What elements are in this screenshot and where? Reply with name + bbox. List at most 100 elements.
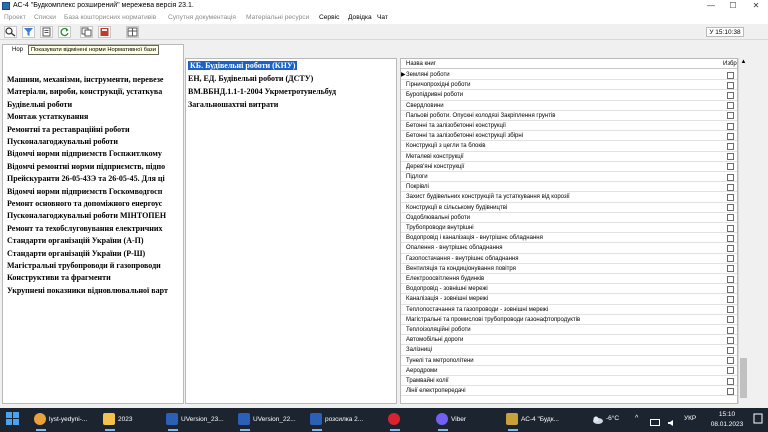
menu-docs[interactable]: Супутня документація	[168, 12, 236, 24]
left-list-item[interactable]: Машини, механізми, інструменти, перевезе	[7, 75, 163, 84]
taskbar-item-label[interactable]: UVersion_22...	[253, 409, 296, 431]
viber-icon[interactable]	[436, 413, 448, 425]
left-list-item[interactable]: Пусконалагоджувальні роботи МІНТОПЕН	[7, 211, 166, 220]
left-list-item[interactable]: Прейскуранти 26-05-43Э та 26-05-45. Для …	[7, 174, 165, 183]
favorite-checkbox[interactable]	[727, 367, 734, 375]
taskbar-item-label[interactable]: UVersion_23...	[181, 409, 224, 431]
favorite-checkbox[interactable]	[727, 377, 734, 385]
search-icon[interactable]	[4, 26, 17, 38]
minimize-button[interactable]: —	[700, 0, 722, 12]
left-list-item[interactable]: Магістральні трубопроводи й газопроводи	[7, 261, 161, 270]
menu-norms-base[interactable]: База кошторисних нормативів	[64, 12, 156, 24]
middle-list-item[interactable]: КБ. Будівельні роботи (КНУ)	[188, 61, 298, 70]
left-list-item[interactable]: Стандарти організацій України (А-П)	[7, 236, 144, 245]
favorite-checkbox[interactable]	[727, 234, 734, 242]
table-row[interactable]: ▶ Земляні роботи	[401, 70, 737, 81]
table-row[interactable]: Конструкції в сільському будівництві	[401, 203, 737, 213]
left-list-item[interactable]: Відомчі норми підприємств Госпжитлкому	[7, 149, 162, 158]
table-row[interactable]: Електроосвітлення будинків	[401, 274, 737, 285]
table-row[interactable]: Буропідривні роботи	[401, 90, 737, 101]
table-row[interactable]: Свердловини	[401, 101, 737, 111]
scroll-thumb[interactable]	[740, 358, 747, 398]
left-list-item[interactable]: Матеріали, вироби, конструкції, устаткув…	[7, 87, 162, 96]
favorite-checkbox[interactable]	[727, 214, 734, 222]
refresh-icon[interactable]	[58, 26, 71, 38]
left-list-item[interactable]: Ремонт основного та допоміжного енергоус	[7, 199, 162, 208]
table-row[interactable]: Аеродроми	[401, 366, 737, 376]
taskbar-item-label[interactable]: lyst-yedyni-...	[49, 409, 87, 431]
ac4-icon[interactable]	[506, 413, 518, 425]
table-row[interactable]: Опалення - внутрішнє обладнання	[401, 243, 737, 254]
table-row[interactable]: Газопостачання - внутрішнє обладнання	[401, 254, 737, 264]
favorite-checkbox[interactable]	[727, 244, 734, 252]
favorite-checkbox[interactable]	[727, 316, 734, 324]
taskbar-item-label[interactable]: 2023	[118, 409, 132, 431]
favorite-checkbox[interactable]	[727, 81, 734, 89]
table-row[interactable]: Залізниці	[401, 345, 737, 356]
copy-icon[interactable]	[80, 26, 93, 38]
middle-list-item[interactable]: ВМ.ВБНД.1.1-1-2004 Укрметротунельбуд	[188, 87, 336, 96]
table-row[interactable]: Покрівлі	[401, 182, 737, 193]
language-indicator[interactable]: УКР	[684, 413, 696, 425]
table-row[interactable]: Конструкції з цегли та блоків	[401, 141, 737, 152]
table-row[interactable]: Захист будівельних конструкцій та устатк…	[401, 192, 737, 203]
favorite-checkbox[interactable]	[727, 112, 734, 120]
folder-icon[interactable]	[103, 413, 115, 425]
favorite-checkbox[interactable]	[727, 153, 734, 161]
left-list-item[interactable]: Відомчі норми підприємств Госкомводгосп	[7, 187, 162, 196]
norms-subcategory-list[interactable]: КБ. Будівельні роботи (КНУ) ЕН, ЕД. Будів…	[185, 58, 397, 404]
table-row[interactable]: Бетонні та залізобетонні конструкції збі…	[401, 131, 737, 142]
table-row[interactable]: Дерев'яні конструкції	[401, 162, 737, 172]
taskbar-item-label[interactable]: розсилка 2...	[325, 409, 363, 431]
norms-category-list[interactable]: Машини, механізми, інструменти, перевезе…	[2, 44, 184, 404]
table-row[interactable]: Вентиляція та кондиціонування повітря	[401, 264, 737, 274]
favorite-checkbox[interactable]	[727, 265, 734, 273]
tray-arrow-icon[interactable]: ^	[635, 413, 638, 425]
favorite-checkbox[interactable]	[727, 295, 734, 303]
taskbar-item-label[interactable]: Viber	[451, 409, 466, 431]
menu-help[interactable]: Довідка	[348, 12, 372, 24]
word-icon[interactable]	[310, 413, 322, 425]
table-row[interactable]: Водопровід і каналізація - внутрішнє обл…	[401, 233, 737, 244]
left-list-item[interactable]: Стандарти організацій України (Р-Ш)	[7, 249, 145, 258]
left-list-item[interactable]: Ремонт та техобслуговування електричних	[7, 224, 162, 233]
favorite-checkbox[interactable]	[727, 357, 734, 365]
vertical-scrollbar[interactable]: ▲	[738, 58, 748, 404]
left-list-item[interactable]: Монтаж устаткування	[7, 112, 88, 121]
word-icon[interactable]	[166, 413, 178, 425]
favorite-checkbox[interactable]	[727, 336, 734, 344]
left-list-item[interactable]: Будівельні роботи	[7, 100, 72, 109]
book-icon[interactable]	[98, 26, 111, 38]
favorite-checkbox[interactable]	[727, 91, 734, 99]
favorite-checkbox[interactable]	[727, 142, 734, 150]
middle-list-item[interactable]: ЕН, ЕД. Будівельні роботи (ДСТУ)	[188, 74, 313, 83]
menu-project[interactable]: Проект	[4, 12, 26, 24]
weather-icon[interactable]	[592, 413, 604, 425]
table-row[interactable]: Каналізація - зовнішні мережі	[401, 294, 737, 305]
left-list-item[interactable]: Ремонтні та реставраційні роботи	[7, 125, 130, 134]
favorite-checkbox[interactable]	[727, 224, 734, 232]
favorite-checkbox[interactable]	[727, 122, 734, 130]
favorite-checkbox[interactable]	[727, 163, 734, 171]
tray-time[interactable]: 15:10	[710, 410, 744, 419]
word-icon[interactable]	[238, 413, 250, 425]
table-row[interactable]: Тунелі та метрополітени	[401, 356, 737, 366]
table-row[interactable]: Магістральні та промислові трубопроводи …	[401, 315, 737, 325]
document-icon[interactable]	[40, 26, 53, 38]
table-row[interactable]: Водопровід - зовнішні мережі	[401, 284, 737, 295]
table-row[interactable]: Бетонні та залізобетонні конструкції	[401, 121, 737, 132]
favorite-checkbox[interactable]	[727, 71, 734, 79]
favorite-checkbox[interactable]	[727, 306, 734, 314]
table-row[interactable]: Трубопроводи внутрішні	[401, 223, 737, 234]
favorite-checkbox[interactable]	[727, 275, 734, 283]
menu-chat[interactable]: Чат	[377, 12, 388, 24]
favorite-checkbox[interactable]	[727, 387, 734, 395]
table-row[interactable]: Оздоблювальні роботи	[401, 213, 737, 223]
notifications-icon[interactable]	[752, 412, 764, 426]
taskbar-item-label[interactable]: АС-4 "Будк...	[521, 409, 559, 431]
favorite-checkbox[interactable]	[727, 204, 734, 212]
table-row[interactable]: Теплоізоляційні роботи	[401, 325, 737, 336]
table-row[interactable]: Гірничопрохідні роботи	[401, 80, 737, 91]
favorite-checkbox[interactable]	[727, 102, 734, 110]
speaker-icon[interactable]	[667, 414, 677, 426]
